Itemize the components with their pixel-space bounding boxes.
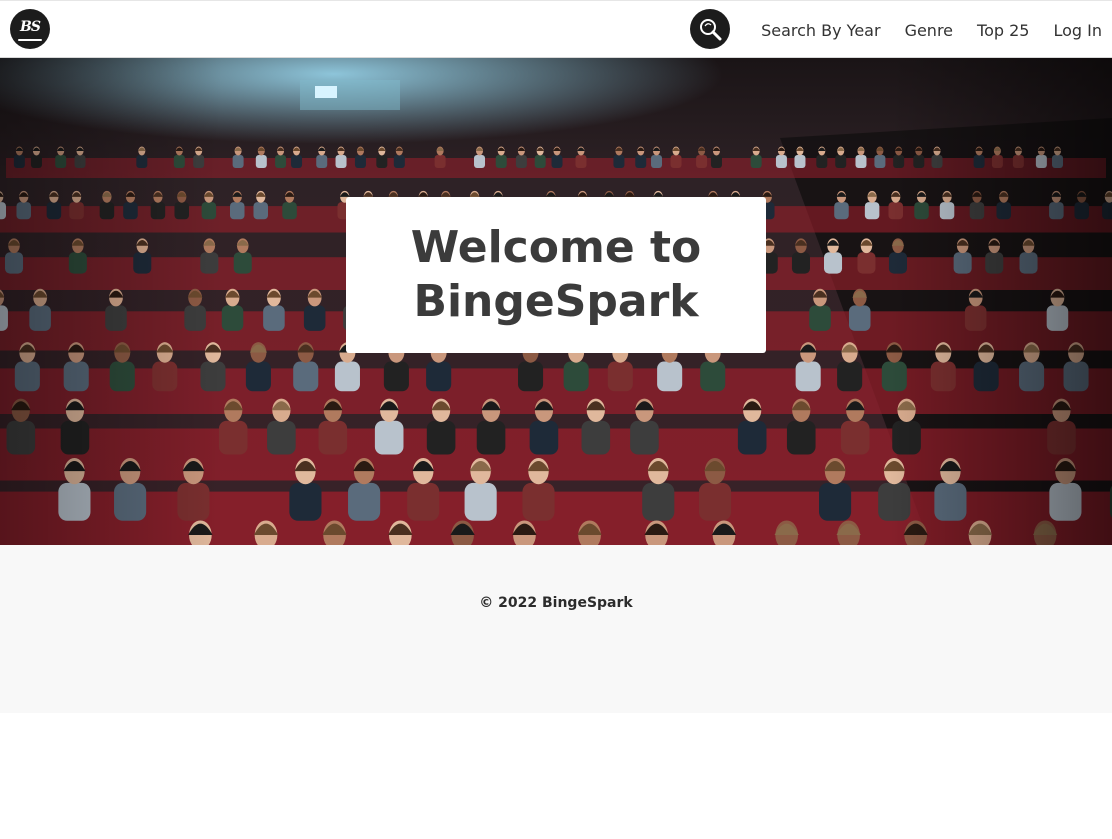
nav-log-in[interactable]: Log In: [1053, 21, 1102, 40]
logo-text: BS: [20, 19, 41, 35]
nav-links: Search By Year Genre Top 25 Log In: [737, 1, 1102, 59]
nav-top-25[interactable]: Top 25: [977, 21, 1029, 40]
nav-search-by-year[interactable]: Search By Year: [761, 21, 880, 40]
hero-banner: Welcome to BingeSpark: [0, 58, 1112, 545]
footer: © 2022 BingeSpark: [0, 545, 1112, 713]
page-title: Welcome to BingeSpark: [410, 222, 702, 327]
search-button[interactable]: [690, 9, 730, 49]
top-navbar: BS Search By Year Genre Top 25 Log In: [0, 0, 1112, 58]
welcome-card: Welcome to BingeSpark: [346, 197, 766, 353]
copyright-text: © 2022 BingeSpark: [479, 595, 633, 611]
bs-logo-icon[interactable]: BS: [10, 9, 50, 49]
nav-genre[interactable]: Genre: [905, 21, 953, 40]
search-icon: [700, 19, 722, 41]
logo-swoosh: [18, 39, 42, 41]
